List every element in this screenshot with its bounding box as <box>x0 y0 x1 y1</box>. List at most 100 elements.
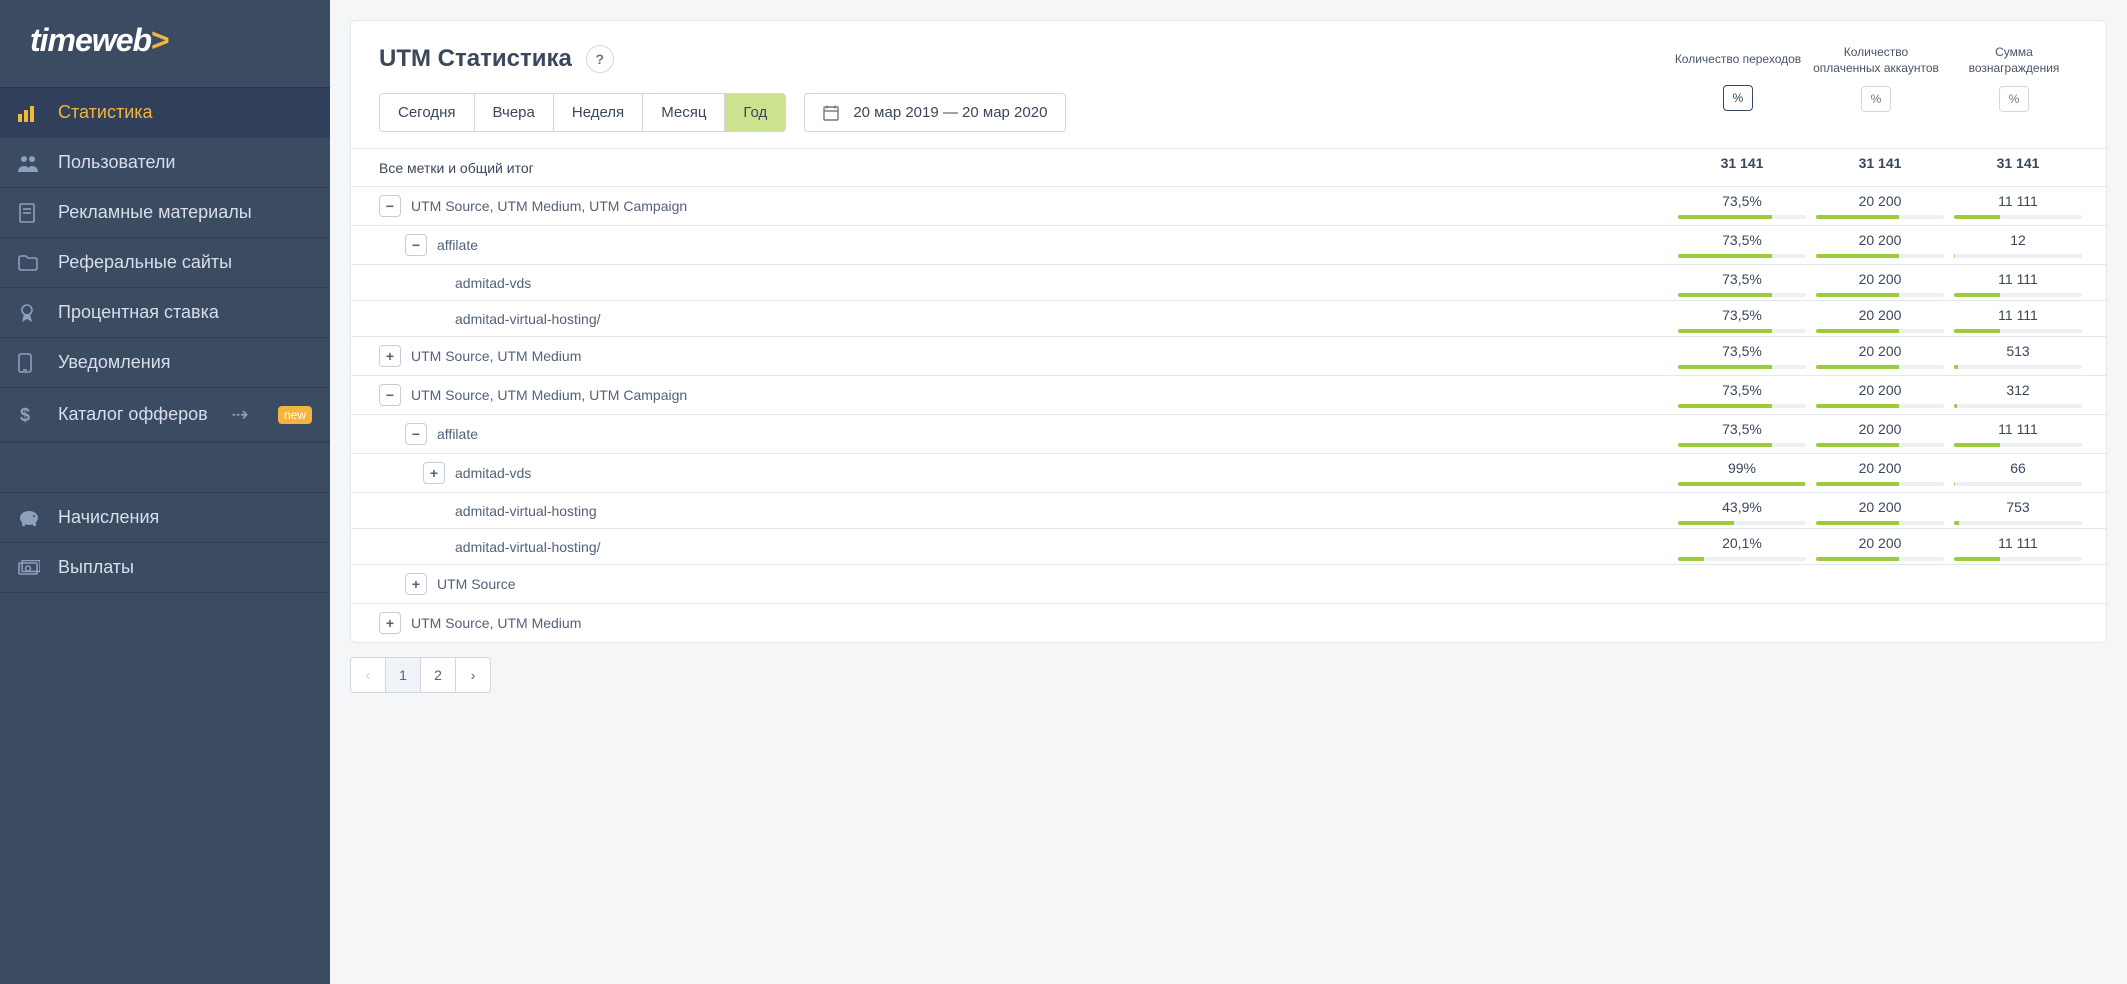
progress-bar <box>1954 521 2082 525</box>
cell-value: 73,5% <box>1678 271 1806 291</box>
cell-value: 31 141 <box>1954 155 2082 175</box>
progress-bar <box>1954 293 2082 297</box>
cash-icon <box>18 560 40 576</box>
progress-bar <box>1816 482 1944 486</box>
page-title: UTM Статистика <box>379 45 572 73</box>
cell-value: 43,9% <box>1678 499 1806 519</box>
progress-bar <box>1954 215 2082 219</box>
collapse-button[interactable]: − <box>405 423 427 445</box>
sidebar-item[interactable]: Процентная ставка <box>0 287 330 337</box>
table-row: −UTM Source, UTM Medium, UTM Campaign73,… <box>351 187 2106 226</box>
expand-button[interactable]: + <box>423 462 445 484</box>
row-label: +UTM Source, UTM Medium <box>351 337 1678 375</box>
help-button[interactable]: ? <box>586 45 614 73</box>
metric-cell: 73,5% <box>1678 271 1806 298</box>
sidebar-item[interactable]: Начисления <box>0 492 330 542</box>
table-row: admitad-virtual-hosting43,9%20 200753 <box>351 493 2106 529</box>
percent-toggle-button[interactable]: % <box>1723 85 1753 111</box>
sidebar-item[interactable]: Выплаты <box>0 542 330 593</box>
table-row: −affilate73,5%20 20012 <box>351 226 2106 265</box>
collapse-button[interactable]: − <box>379 195 401 217</box>
cell-value: 31 141 <box>1816 155 1944 175</box>
metric-column-header: Количество переходов% <box>1674 45 1802 112</box>
progress-bar <box>1678 443 1806 447</box>
row-label: +UTM Source, UTM Medium <box>351 604 2082 642</box>
period-tab[interactable]: Год <box>725 94 785 131</box>
period-tab[interactable]: Месяц <box>643 94 725 131</box>
metric-header-label: Количество переходов <box>1674 45 1802 75</box>
table-row: +admitad-vds99%20 20066 <box>351 454 2106 493</box>
cell-value: 31 141 <box>1678 155 1806 175</box>
metric-cell: 43,9% <box>1678 499 1806 526</box>
row-label: admitad-vds <box>351 265 1678 300</box>
date-range-picker[interactable]: 20 мар 2019 — 20 мар 2020 <box>804 93 1066 132</box>
pagination-page[interactable]: 2 <box>420 657 456 693</box>
collapse-button[interactable]: − <box>379 384 401 406</box>
phone-icon <box>18 353 40 373</box>
row-label-text: admitad-virtual-hosting/ <box>455 539 601 555</box>
progress-bar <box>1678 404 1806 408</box>
pagination: ‹12› <box>350 657 2107 697</box>
percent-toggle-button[interactable]: % <box>1999 86 2029 112</box>
metric-cell: 20 200 <box>1816 343 1944 373</box>
table-row: +UTM Source <box>351 565 2106 604</box>
sidebar-item-label: Процентная ставка <box>58 302 219 323</box>
arrow-right-icon: ⇢ <box>232 402 249 427</box>
percent-toggle-button[interactable]: % <box>1861 86 1891 112</box>
progress-bar <box>1678 482 1806 486</box>
progress-bar <box>1954 557 2082 561</box>
expand-button[interactable]: + <box>379 345 401 367</box>
totals-row: Все метки и общий итог 31 14131 14131 14… <box>351 149 2106 187</box>
pagination-page[interactable]: 1 <box>385 657 421 693</box>
table-row: −affilate73,5%20 20011 111 <box>351 415 2106 454</box>
progress-bar <box>1954 404 2082 408</box>
sidebar-item[interactable]: $Каталог офферов⇢new <box>0 387 330 442</box>
row-label-text: admitad-vds <box>455 275 531 291</box>
row-label-text: affilate <box>437 426 478 442</box>
cell-value: 73,5% <box>1678 382 1806 402</box>
cell-value: 73,5% <box>1678 193 1806 213</box>
metric-header-label: Количество оплаченных аккаунтов <box>1812 45 1940 76</box>
progress-bar <box>1678 365 1806 369</box>
svg-text:$: $ <box>20 405 30 425</box>
metric-cell: 20,1% <box>1678 535 1806 562</box>
pagination-next[interactable]: › <box>455 657 491 693</box>
document-icon <box>18 203 40 223</box>
sidebar-item-label: Начисления <box>58 507 159 528</box>
metric-cell: 20 200 <box>1816 232 1944 262</box>
progress-bar <box>1816 365 1944 369</box>
logo-arrow: > <box>151 22 169 58</box>
metric-cell: 11 111 <box>1954 535 2082 562</box>
sidebar: timeweb> СтатистикаПользователиРекламные… <box>0 0 330 984</box>
progress-bar <box>1816 557 1944 561</box>
period-tab[interactable]: Сегодня <box>380 94 475 131</box>
sidebar-item[interactable]: Уведомления <box>0 337 330 387</box>
stats-card: UTM Статистика ? СегодняВчераНеделяМесяц… <box>350 20 2107 643</box>
cell-value: 20 200 <box>1816 343 1944 363</box>
sidebar-item-label: Рекламные материалы <box>58 202 252 223</box>
sidebar-item-label: Выплаты <box>58 557 134 578</box>
sidebar-item-label: Реферальные сайты <box>58 252 232 273</box>
expand-button[interactable]: + <box>405 573 427 595</box>
cell-value: 20 200 <box>1816 271 1944 291</box>
cell-value: 73,5% <box>1678 307 1806 327</box>
period-tab[interactable]: Неделя <box>554 94 643 131</box>
cell-value: 20 200 <box>1816 307 1944 327</box>
sidebar-item[interactable]: Реферальные сайты <box>0 237 330 287</box>
collapse-button[interactable]: − <box>405 234 427 256</box>
expand-button[interactable]: + <box>379 612 401 634</box>
pagination-prev: ‹ <box>350 657 386 693</box>
sidebar-item[interactable]: Рекламные материалы <box>0 187 330 237</box>
table-row: +UTM Source, UTM Medium73,5%20 200513 <box>351 337 2106 376</box>
row-label: admitad-virtual-hosting/ <box>351 529 1678 564</box>
metric-cell: 11 111 <box>1954 271 2082 298</box>
sidebar-item[interactable]: Статистика <box>0 87 330 137</box>
sidebar-item[interactable]: Пользователи <box>0 137 330 187</box>
metric-cell: 20 200 <box>1816 460 1944 490</box>
row-label-text: admitad-vds <box>455 465 531 481</box>
cell-value: 513 <box>1954 343 2082 363</box>
metrics-header: Количество переходов% Количество оплаченн… <box>1674 45 2078 112</box>
row-label: −affilate <box>351 415 1678 453</box>
period-tab[interactable]: Вчера <box>475 94 554 131</box>
card-header: UTM Статистика ? СегодняВчераНеделяМесяц… <box>351 21 2106 148</box>
